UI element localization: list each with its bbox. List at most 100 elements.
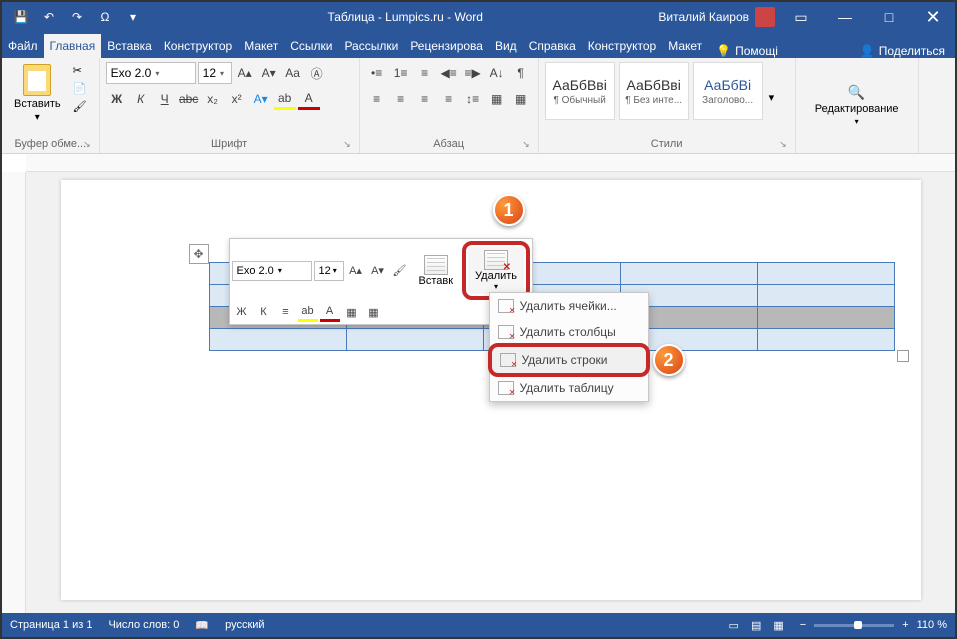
bold-button[interactable]: Ж bbox=[106, 88, 128, 110]
tab-layout[interactable]: Макет bbox=[238, 34, 284, 58]
tab-insert[interactable]: Вставка bbox=[101, 34, 158, 58]
ruler-vertical[interactable] bbox=[2, 172, 26, 613]
numbering-icon[interactable]: 1≡ bbox=[390, 62, 412, 84]
status-page[interactable]: Страница 1 из 1 bbox=[10, 619, 92, 631]
tab-references[interactable]: Ссылки bbox=[284, 34, 338, 58]
ribbon-options-icon[interactable]: ▭ bbox=[779, 2, 823, 32]
mini-borders-icon[interactable]: ▦ bbox=[342, 302, 362, 322]
tab-table-design[interactable]: Конструктор bbox=[582, 34, 662, 58]
mini-italic-button[interactable]: К bbox=[254, 302, 274, 322]
indent-icon[interactable]: ≡▶ bbox=[462, 62, 484, 84]
maximize-button[interactable]: □ bbox=[867, 2, 911, 32]
text-effects-icon[interactable]: A▾ bbox=[250, 88, 272, 110]
subscript-button[interactable]: x₂ bbox=[202, 88, 224, 110]
page[interactable]: ✥ Exo 2.0▾ 12▾ A▴ A▾ 🖌 Вставк bbox=[61, 180, 921, 600]
mini-shading-icon[interactable]: ▦ bbox=[364, 302, 384, 322]
table-resize-handle[interactable] bbox=[897, 350, 909, 362]
styles-more-icon[interactable]: ▾ bbox=[769, 91, 787, 107]
style-heading1[interactable]: АаБбВіЗаголово... bbox=[693, 62, 763, 120]
close-button[interactable]: ✕ bbox=[911, 2, 955, 32]
mini-font-combo[interactable]: Exo 2.0▾ bbox=[232, 261, 312, 281]
view-read-icon[interactable]: ▭ bbox=[729, 619, 739, 632]
user-badge[interactable]: Виталий Каиров bbox=[658, 7, 779, 27]
editing-button[interactable]: 🔍 Редактирование ▾ bbox=[802, 62, 912, 148]
tab-review[interactable]: Рецензирова bbox=[404, 34, 489, 58]
grow-font-icon[interactable]: A▴ bbox=[234, 62, 256, 84]
outdent-icon[interactable]: ◀≡ bbox=[438, 62, 460, 84]
dialog-launcher-icon[interactable]: ↘ bbox=[522, 139, 530, 150]
tab-table-layout[interactable]: Макет bbox=[662, 34, 708, 58]
line-spacing-icon[interactable]: ↕≡ bbox=[462, 88, 484, 110]
zoom-out-button[interactable]: − bbox=[800, 619, 806, 631]
align-right-icon[interactable]: ≡ bbox=[414, 88, 436, 110]
mini-size-combo[interactable]: 12▾ bbox=[314, 261, 344, 281]
cut-icon[interactable]: ✂ bbox=[73, 64, 91, 80]
superscript-button[interactable]: x² bbox=[226, 88, 248, 110]
qat-more-icon[interactable]: ▾ bbox=[124, 8, 142, 26]
multilevel-icon[interactable]: ≡ bbox=[414, 62, 436, 84]
bullets-icon[interactable]: •≡ bbox=[366, 62, 388, 84]
italic-button[interactable]: К bbox=[130, 88, 152, 110]
mini-highlight-icon[interactable]: ab bbox=[298, 302, 318, 322]
shrink-font-icon[interactable]: A▾ bbox=[258, 62, 280, 84]
zoom-level[interactable]: 110 % bbox=[917, 619, 947, 631]
view-web-icon[interactable]: ▦ bbox=[773, 619, 783, 632]
table-move-handle[interactable]: ✥ bbox=[189, 244, 209, 264]
show-marks-icon[interactable]: ¶ bbox=[510, 62, 532, 84]
zoom-slider[interactable] bbox=[814, 624, 894, 627]
mini-delete-button[interactable]: Удалить ▾ bbox=[468, 247, 524, 294]
undo-icon[interactable]: ↶ bbox=[40, 8, 58, 26]
zoom-in-button[interactable]: + bbox=[902, 619, 908, 631]
justify-icon[interactable]: ≡ bbox=[438, 88, 460, 110]
minimize-button[interactable]: — bbox=[823, 2, 867, 32]
align-center-icon[interactable]: ≡ bbox=[390, 88, 412, 110]
tab-home[interactable]: Главная bbox=[44, 34, 102, 58]
underline-button[interactable]: Ч bbox=[154, 88, 176, 110]
tab-view[interactable]: Вид bbox=[489, 34, 523, 58]
align-left-icon[interactable]: ≡ bbox=[366, 88, 388, 110]
dialog-launcher-icon[interactable]: ↘ bbox=[779, 139, 787, 150]
view-print-icon[interactable]: ▤ bbox=[751, 619, 761, 632]
mini-insert-button[interactable]: Вставк bbox=[412, 252, 461, 290]
share-button[interactable]: 👤Поделиться bbox=[850, 44, 955, 58]
font-color-icon[interactable]: A bbox=[298, 88, 320, 110]
style-normal[interactable]: АаБбВві¶ Обычный bbox=[545, 62, 615, 120]
status-language[interactable]: русский bbox=[225, 619, 264, 631]
font-size-combo[interactable]: 12▾ bbox=[198, 62, 232, 84]
tab-mailings[interactable]: Рассылки bbox=[338, 34, 404, 58]
menu-delete-cells[interactable]: Удалить ячейки... bbox=[490, 293, 648, 319]
status-proofing-icon[interactable]: 📖 bbox=[195, 619, 209, 632]
mini-font-color-icon[interactable]: A bbox=[320, 302, 340, 322]
mini-grow-icon[interactable]: A▴ bbox=[346, 261, 366, 281]
style-nospacing[interactable]: АаБбВві¶ Без инте... bbox=[619, 62, 689, 120]
format-painter-icon[interactable]: 🖌 bbox=[73, 100, 91, 116]
strike-button[interactable]: abc bbox=[178, 88, 200, 110]
paste-button[interactable]: Вставить ▾ bbox=[8, 62, 67, 136]
tab-help[interactable]: Справка bbox=[523, 34, 582, 58]
tab-file[interactable]: Файл bbox=[2, 34, 44, 58]
menu-delete-table[interactable]: Удалить таблицу bbox=[490, 375, 648, 401]
symbol-icon[interactable]: Ω bbox=[96, 8, 114, 26]
ruler-horizontal[interactable] bbox=[26, 154, 955, 172]
menu-delete-rows[interactable]: Удалить строки bbox=[488, 343, 650, 377]
tab-design[interactable]: Конструктор bbox=[158, 34, 238, 58]
copy-icon[interactable]: 📄 bbox=[73, 82, 91, 98]
mini-bold-button[interactable]: Ж bbox=[232, 302, 252, 322]
highlight-icon[interactable]: ab bbox=[274, 88, 296, 110]
sort-icon[interactable]: A↓ bbox=[486, 62, 508, 84]
redo-icon[interactable]: ↷ bbox=[68, 8, 86, 26]
shading-icon[interactable]: ▦ bbox=[486, 88, 508, 110]
clear-format-icon[interactable]: Ⓐ bbox=[306, 62, 328, 84]
mini-align-icon[interactable]: ≡ bbox=[276, 302, 296, 322]
mini-shrink-icon[interactable]: A▾ bbox=[368, 261, 388, 281]
change-case-icon[interactable]: Aa bbox=[282, 62, 304, 84]
borders-icon[interactable]: ▦ bbox=[510, 88, 532, 110]
dialog-launcher-icon[interactable]: ↘ bbox=[83, 139, 91, 150]
mini-format-painter-icon[interactable]: 🖌 bbox=[390, 261, 410, 281]
menu-delete-columns[interactable]: Удалить столбцы bbox=[490, 319, 648, 345]
tell-me[interactable]: 💡Помощі bbox=[708, 44, 786, 58]
status-words[interactable]: Число слов: 0 bbox=[108, 619, 179, 631]
dialog-launcher-icon[interactable]: ↘ bbox=[343, 139, 351, 150]
font-name-combo[interactable]: Exo 2.0▾ bbox=[106, 62, 196, 84]
save-icon[interactable]: 💾 bbox=[12, 8, 30, 26]
